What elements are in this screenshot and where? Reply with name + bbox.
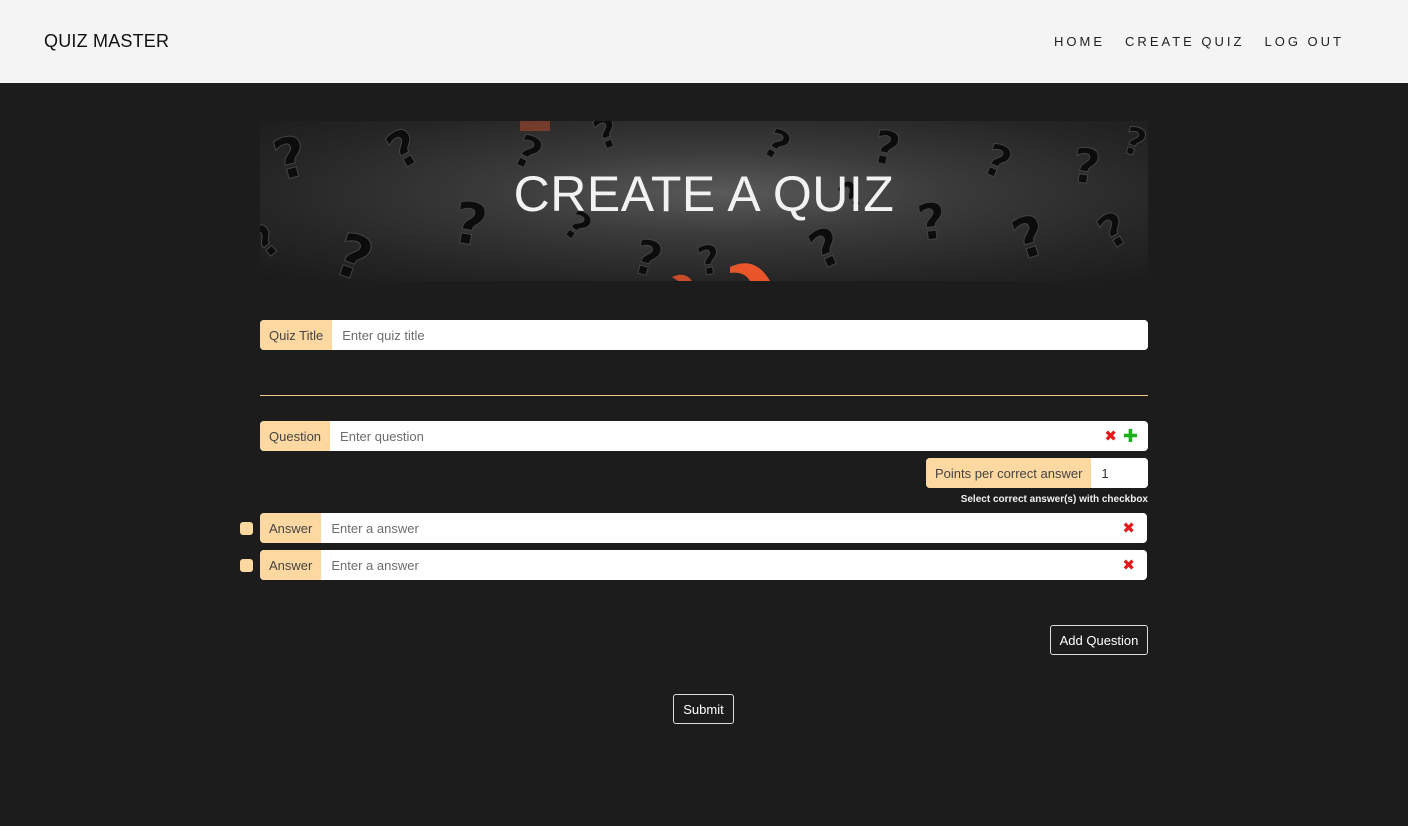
answer-group-1: Answer ✖ (260, 513, 1147, 543)
answer-label: Answer (260, 550, 322, 580)
answer-checkbox-1[interactable] (240, 522, 253, 535)
answer-input-1[interactable] (321, 513, 1119, 543)
answer-input-2[interactable] (321, 550, 1119, 580)
remove-answer-icon-1[interactable]: ✖ (1118, 513, 1147, 543)
answer-group-2: Answer ✖ (260, 550, 1147, 580)
add-question-button[interactable]: Add Question (1050, 625, 1148, 655)
answer-label: Answer (260, 513, 322, 543)
points-label: Points per correct answer (926, 458, 1092, 488)
points-input[interactable] (1091, 458, 1148, 488)
quiz-title-group: Quiz Title (260, 320, 1148, 350)
submit-button[interactable]: Submit (673, 694, 734, 724)
quiz-title-label: Quiz Title (260, 320, 333, 350)
question-input[interactable] (330, 421, 1101, 451)
navbar: QUIZ MASTER HOME CREATE QUIZ LOG OUT (0, 0, 1408, 83)
add-answer-icon[interactable]: ✚ (1121, 421, 1148, 451)
page-title: CREATE A QUIZ (513, 166, 895, 222)
quiz-title-input[interactable] (332, 320, 1148, 350)
svg-text:?: ? (1117, 121, 1148, 166)
brand-logo[interactable]: QUIZ MASTER (44, 31, 169, 52)
svg-text:?: ? (755, 121, 798, 171)
hero-banner: ? ? ? ? ? ? ? ? ? ? ? ? ? ? ? ? ? ? ? ? … (260, 121, 1148, 281)
checkbox-hint: Select correct answer(s) with checkbox (960, 494, 1148, 505)
nav-link-home[interactable]: HOME (1054, 34, 1105, 49)
svg-text:?: ? (627, 228, 668, 281)
nav-links: HOME CREATE QUIZ LOG OUT (1054, 34, 1344, 49)
svg-text:?: ? (800, 216, 853, 281)
remove-answer-icon-2[interactable]: ✖ (1118, 550, 1147, 580)
question-label: Question (260, 421, 331, 451)
points-group: Points per correct answer (926, 458, 1148, 488)
nav-link-log-out[interactable]: LOG OUT (1264, 34, 1344, 49)
svg-text:?: ? (587, 121, 627, 160)
section-divider (260, 395, 1148, 396)
question-group: Question ✖ ✚ (260, 421, 1148, 451)
nav-link-create-quiz[interactable]: CREATE QUIZ (1125, 34, 1244, 49)
svg-text:?: ? (694, 237, 725, 281)
answer-checkbox-2[interactable] (240, 559, 253, 572)
remove-question-icon[interactable]: ✖ (1100, 421, 1121, 451)
svg-text:?: ? (325, 219, 382, 281)
